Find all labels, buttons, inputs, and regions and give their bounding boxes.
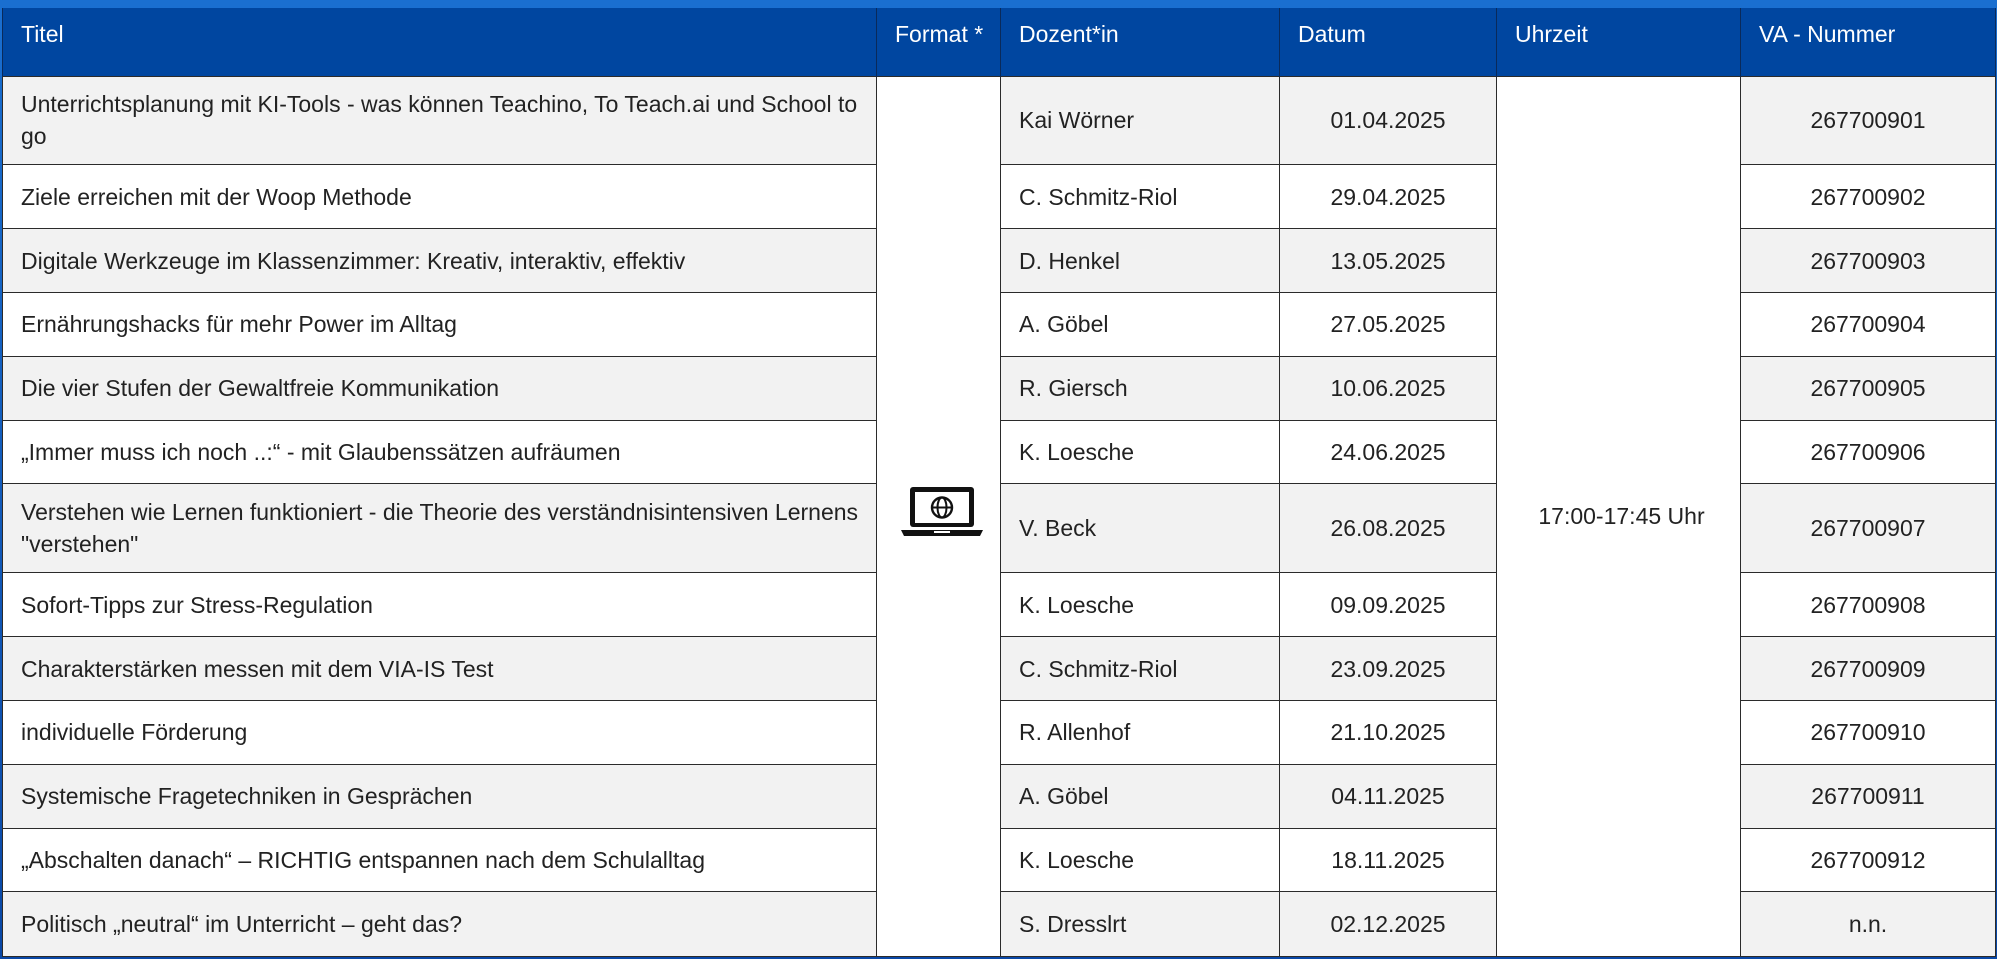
cell-dozent: R. Giersch — [1000, 355, 1280, 422]
cell-titel: Verstehen wie Lernen funktioniert - die … — [2, 483, 877, 574]
cell-datum: 01.04.2025 — [1279, 75, 1497, 166]
cell-datum: 23.09.2025 — [1279, 635, 1497, 702]
laptop-globe-icon — [900, 484, 984, 548]
cell-va-nummer: 267700901 — [1740, 75, 1996, 166]
cell-dozent: K. Loesche — [1000, 572, 1280, 637]
cell-dozent: C. Schmitz-Riol — [1000, 635, 1280, 702]
header-datum: Datum — [1279, 8, 1497, 76]
cell-datum: 21.10.2025 — [1279, 700, 1497, 765]
cell-va-nummer: 267700909 — [1740, 635, 1996, 702]
cell-va-nummer: 267700906 — [1740, 420, 1996, 485]
cell-dozent: Kai Wörner — [1000, 75, 1280, 166]
cell-va-nummer: 267700912 — [1740, 828, 1996, 893]
cell-format — [876, 75, 1001, 957]
cell-dozent: A. Göbel — [1000, 763, 1280, 830]
cell-va-nummer: 267700910 — [1740, 700, 1996, 765]
course-table: Titel Format * Dozent*in Datum Uhrzeit V… — [2, 8, 1996, 957]
cell-va-nummer: 267700902 — [1740, 164, 1996, 229]
cell-titel: Charakterstärken messen mit dem VIA-IS T… — [2, 635, 877, 702]
cell-dozent: D. Henkel — [1000, 227, 1280, 294]
cell-datum: 24.06.2025 — [1279, 420, 1497, 485]
cell-va-nummer: 267700903 — [1740, 227, 1996, 294]
table-header-row: Titel Format * Dozent*in Datum Uhrzeit V… — [2, 8, 1996, 76]
cell-titel: Die vier Stufen der Gewaltfreie Kommunik… — [2, 355, 877, 422]
cell-datum: 26.08.2025 — [1279, 483, 1497, 574]
cell-titel: Ernährungshacks für mehr Power im Alltag — [2, 292, 877, 357]
header-uhrzeit: Uhrzeit — [1496, 8, 1741, 76]
cell-dozent: S. Dresslrt — [1000, 891, 1280, 957]
cell-datum: 10.06.2025 — [1279, 355, 1497, 422]
cell-titel: Digitale Werkzeuge im Klassenzimmer: Kre… — [2, 227, 877, 294]
cell-datum: 09.09.2025 — [1279, 572, 1497, 637]
cell-dozent: K. Loesche — [1000, 828, 1280, 893]
cell-va-nummer: n.n. — [1740, 891, 1996, 957]
cell-datum: 13.05.2025 — [1279, 227, 1497, 294]
cell-va-nummer: 267700911 — [1740, 763, 1996, 830]
cell-datum: 29.04.2025 — [1279, 164, 1497, 229]
cell-datum: 18.11.2025 — [1279, 828, 1497, 893]
page-background: Titel Format * Dozent*in Datum Uhrzeit V… — [0, 0, 1997, 959]
cell-titel: individuelle Förderung — [2, 700, 877, 765]
cell-titel: Politisch „neutral“ im Unterricht – geht… — [2, 891, 877, 957]
cell-datum: 02.12.2025 — [1279, 891, 1497, 957]
header-format: Format * — [876, 8, 1001, 76]
table-row: Unterrichtsplanung mit KI-Tools - was kö… — [2, 75, 1996, 957]
header-titel: Titel — [2, 8, 877, 76]
cell-titel: Unterrichtsplanung mit KI-Tools - was kö… — [2, 75, 877, 166]
cell-titel: „Abschalten danach“ – RICHTIG entspannen… — [2, 828, 877, 893]
cell-dozent: A. Göbel — [1000, 292, 1280, 357]
cell-va-nummer: 267700904 — [1740, 292, 1996, 357]
cell-titel: Sofort-Tipps zur Stress-Regulation — [2, 572, 877, 637]
cell-dozent: C. Schmitz-Riol — [1000, 164, 1280, 229]
cell-titel: Ziele erreichen mit der Woop Methode — [2, 164, 877, 229]
table-body: Unterrichtsplanung mit KI-Tools - was kö… — [2, 75, 1996, 957]
cell-titel: „Immer muss ich noch ..:“ - mit Glaubens… — [2, 420, 877, 485]
cell-va-nummer: 267700907 — [1740, 483, 1996, 574]
cell-datum: 27.05.2025 — [1279, 292, 1497, 357]
cell-dozent: R. Allenhof — [1000, 700, 1280, 765]
cell-dozent: V. Beck — [1000, 483, 1280, 574]
cell-va-nummer: 267700908 — [1740, 572, 1996, 637]
cell-datum: 04.11.2025 — [1279, 763, 1497, 830]
cell-dozent: K. Loesche — [1000, 420, 1280, 485]
cell-titel: Systemische Fragetechniken in Gesprächen — [2, 763, 877, 830]
cell-uhrzeit: 17:00-17:45 Uhr — [1496, 75, 1741, 957]
header-va-nummer: VA - Nummer — [1740, 8, 1996, 76]
header-dozent: Dozent*in — [1000, 8, 1280, 76]
cell-va-nummer: 267700905 — [1740, 355, 1996, 422]
